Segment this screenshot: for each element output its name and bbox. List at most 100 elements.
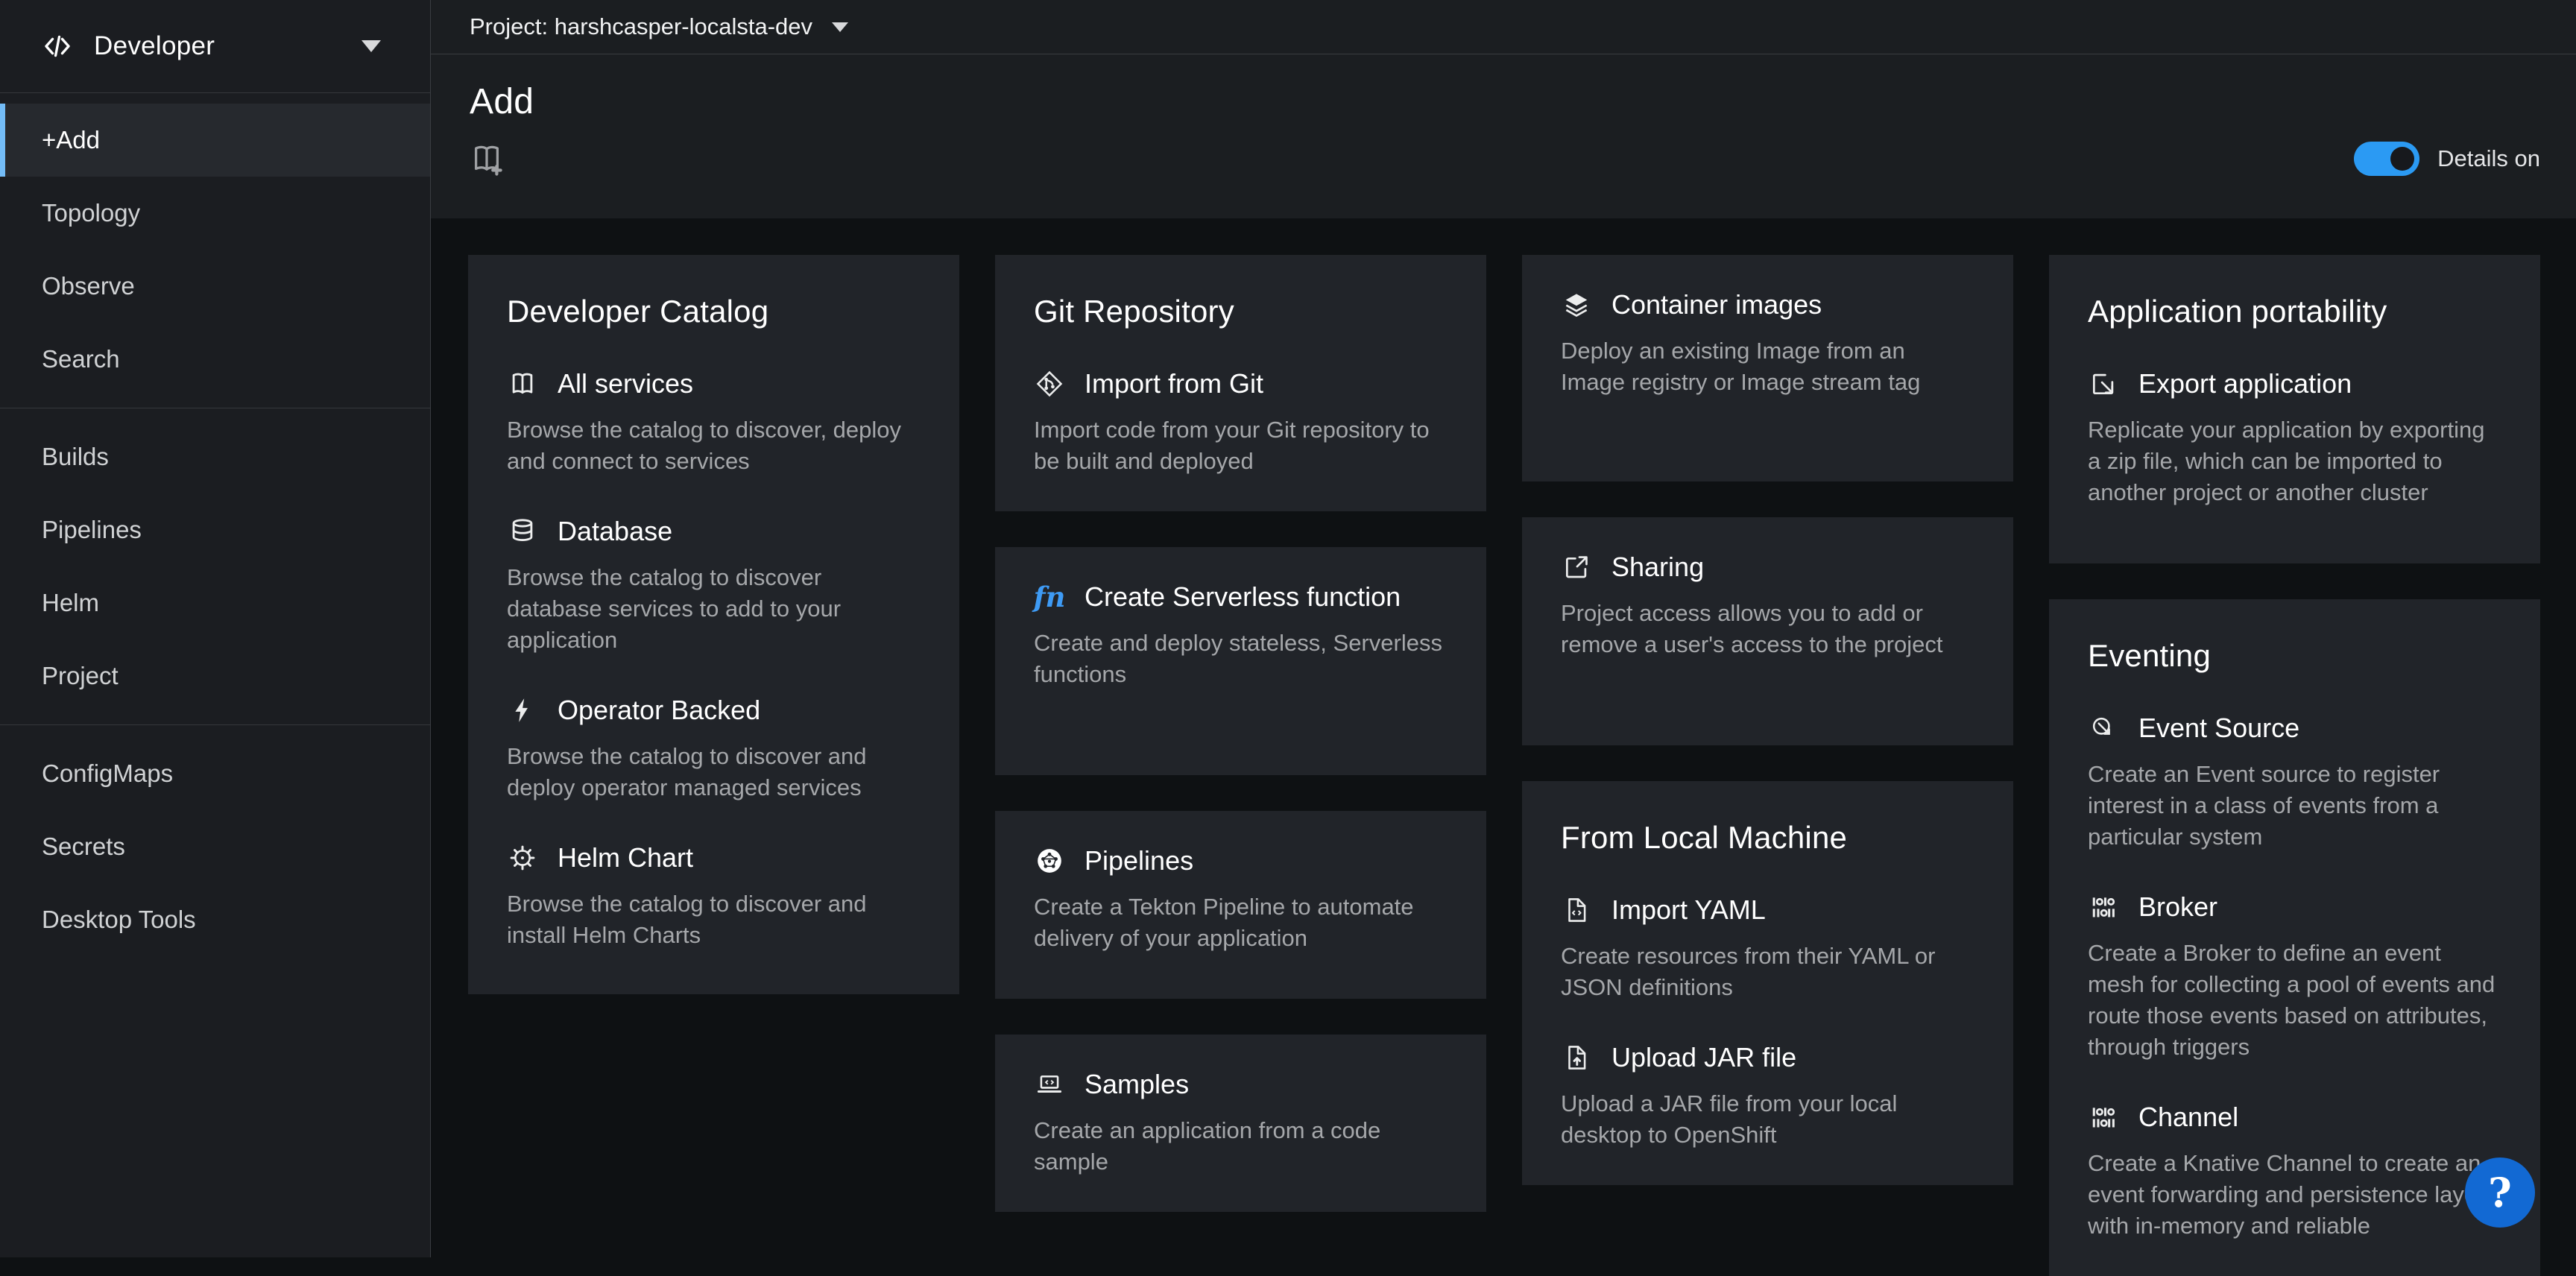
file-code-icon xyxy=(1561,894,1592,926)
sidebar-item-add[interactable]: +Add xyxy=(0,104,430,177)
help-button[interactable]: ? xyxy=(2465,1157,2535,1228)
item-description: Create a Tekton Pipeline to automate del… xyxy=(1034,891,1448,954)
card-grid: Developer Catalog All services Browse th… xyxy=(431,54,2576,1276)
add-action-sharing[interactable]: Sharing Project access allows you to add… xyxy=(1561,552,1974,660)
card-container-images[interactable]: Container images Deploy an existing Imag… xyxy=(1522,255,2013,481)
chevron-down-icon xyxy=(362,40,381,52)
share-icon xyxy=(1561,552,1592,583)
item-description: Upload a JAR file from your local deskto… xyxy=(1561,1088,1974,1151)
sidebar-nav: +Add Topology Observe Search Builds Pipe… xyxy=(0,93,430,956)
add-action-broker[interactable]: Broker Create a Broker to define an even… xyxy=(2088,891,2501,1063)
add-action-database[interactable]: Database Browse the catalog to discover … xyxy=(507,516,921,656)
broker-icon xyxy=(2088,891,2119,923)
add-action-upload-jar-file[interactable]: Upload JAR file Upload a JAR file from y… xyxy=(1561,1042,1974,1151)
git-icon xyxy=(1034,368,1065,399)
item-title: Import from Git xyxy=(1085,368,1263,399)
tekton-pipelines-icon xyxy=(1034,845,1065,877)
sidebar-item-builds[interactable]: Builds xyxy=(0,420,430,493)
card-eventing: Eventing Event Source Create an Event so xyxy=(2049,599,2540,1276)
card-from-local-machine: From Local Machine Import YAML Create re xyxy=(1522,781,2013,1185)
sidebar-item-search[interactable]: Search xyxy=(0,323,430,396)
card-title: Application portability xyxy=(2088,294,2501,329)
sidebar-item-project[interactable]: Project xyxy=(0,639,430,713)
card-pipelines[interactable]: Pipelines Create a Tekton Pipeline to au… xyxy=(995,811,1486,999)
item-description: Project access allows you to add or remo… xyxy=(1561,598,1974,660)
helm-icon xyxy=(507,842,538,874)
card-sharing[interactable]: Sharing Project access allows you to add… xyxy=(1522,517,2013,745)
add-action-import-yaml[interactable]: Import YAML Create resources from their … xyxy=(1561,894,1974,1003)
item-description: Create a Knative Channel to create an ev… xyxy=(2088,1148,2501,1242)
channel-icon xyxy=(2088,1102,2119,1133)
add-action-import-from-git[interactable]: Import from Git Import code from your Gi… xyxy=(1034,368,1448,477)
item-description: Deploy an existing Image from an Image r… xyxy=(1561,335,1974,398)
add-action-event-source[interactable]: Event Source Create an Event source to r… xyxy=(2088,713,2501,853)
item-title: Upload JAR file xyxy=(1611,1042,1796,1073)
project-selector[interactable]: Project: harshcasper-localsta-dev xyxy=(470,13,812,40)
item-description: Create an application from a code sample xyxy=(1034,1115,1448,1178)
project-bar: Project: harshcasper-localsta-dev xyxy=(431,0,2576,54)
add-action-container-images[interactable]: Container images Deploy an existing Imag… xyxy=(1561,289,1974,398)
sidebar-item-observe[interactable]: Observe xyxy=(0,250,430,323)
item-title: Helm Chart xyxy=(558,842,693,874)
card-title: Developer Catalog xyxy=(507,294,921,329)
samples-laptop-icon xyxy=(1034,1069,1065,1100)
item-title: Sharing xyxy=(1611,552,1704,583)
item-description: Browse the catalog to discover, deploy a… xyxy=(507,414,921,477)
item-title: Channel xyxy=(2138,1102,2238,1133)
card-title: From Local Machine xyxy=(1561,820,1974,856)
item-description: Create a Broker to define an event mesh … xyxy=(2088,938,2501,1063)
item-description: Create an Event source to register inter… xyxy=(2088,759,2501,853)
add-action-all-services[interactable]: All services Browse the catalog to disco… xyxy=(507,368,921,477)
item-title: Samples xyxy=(1085,1069,1189,1100)
bolt-icon xyxy=(507,695,538,726)
sidebar: Developer +Add Topology Observe Search B… xyxy=(0,0,431,1257)
card-column-3: Container images Deploy an existing Imag… xyxy=(1522,255,2013,1276)
card-column-4: Application portability Export applicati… xyxy=(2049,255,2540,1276)
item-title: Operator Backed xyxy=(558,695,760,726)
item-title: Export application xyxy=(2138,368,2352,399)
item-description: Create and deploy stateless, Serverless … xyxy=(1034,628,1448,690)
sidebar-item-configmaps[interactable]: ConfigMaps xyxy=(0,737,430,810)
layers-icon xyxy=(1561,289,1592,320)
item-description: Browse the catalog to discover and deplo… xyxy=(507,741,921,803)
card-column-1: Developer Catalog All services Browse th… xyxy=(468,255,959,1276)
add-action-channel[interactable]: Channel Create a Knative Channel to crea… xyxy=(2088,1102,2501,1242)
database-icon xyxy=(507,516,538,547)
sidebar-item-topology[interactable]: Topology xyxy=(0,177,430,250)
item-description: Browse the catalog to discover and insta… xyxy=(507,888,921,951)
perspective-switcher[interactable]: Developer xyxy=(0,0,430,93)
card-developer-catalog: Developer Catalog All services Browse th… xyxy=(468,255,959,994)
card-title: Git Repository xyxy=(1034,294,1448,329)
add-action-samples[interactable]: Samples Create an application from a cod… xyxy=(1034,1069,1448,1178)
card-samples[interactable]: Samples Create an application from a cod… xyxy=(995,1035,1486,1212)
sidebar-divider xyxy=(0,724,430,725)
add-action-export-application[interactable]: Export application Replicate your applic… xyxy=(2088,368,2501,508)
add-action-operator-backed[interactable]: Operator Backed Browse the catalog to di… xyxy=(507,695,921,803)
sidebar-item-helm[interactable]: Helm xyxy=(0,566,430,639)
item-title: Create Serverless function xyxy=(1085,581,1401,613)
add-action-pipelines[interactable]: Pipelines Create a Tekton Pipeline to au… xyxy=(1034,845,1448,954)
item-title: Broker xyxy=(2138,891,2217,923)
code-icon xyxy=(42,31,73,62)
item-title: Container images xyxy=(1611,289,1822,320)
item-description: Import code from your Git repository to … xyxy=(1034,414,1448,477)
card-title: Eventing xyxy=(2088,638,2501,674)
chevron-down-icon[interactable] xyxy=(832,22,848,32)
catalog-book-icon xyxy=(507,368,538,399)
item-title: Pipelines xyxy=(1085,845,1193,877)
item-title: Import YAML xyxy=(1611,894,1766,926)
sidebar-item-pipelines[interactable]: Pipelines xyxy=(0,493,430,566)
add-action-create-serverless-function[interactable]: fn Create Serverless function Create and… xyxy=(1034,581,1448,690)
event-source-icon xyxy=(2088,713,2119,744)
file-upload-icon xyxy=(1561,1042,1592,1073)
card-git-repository: Git Repository xyxy=(995,255,1486,511)
sidebar-item-desktop-tools[interactable]: Desktop Tools xyxy=(0,883,430,956)
add-page-content: Developer Catalog All services Browse th… xyxy=(431,54,2576,1257)
sidebar-item-secrets[interactable]: Secrets xyxy=(0,810,430,883)
item-title: Database xyxy=(558,516,672,547)
perspective-label: Developer xyxy=(94,31,341,61)
card-serverless-function[interactable]: fn Create Serverless function Create and… xyxy=(995,547,1486,775)
item-title: Event Source xyxy=(2138,713,2299,744)
add-action-helm-chart[interactable]: Helm Chart Browse the catalog to discove… xyxy=(507,842,921,951)
item-description: Replicate your application by exporting … xyxy=(2088,414,2501,508)
